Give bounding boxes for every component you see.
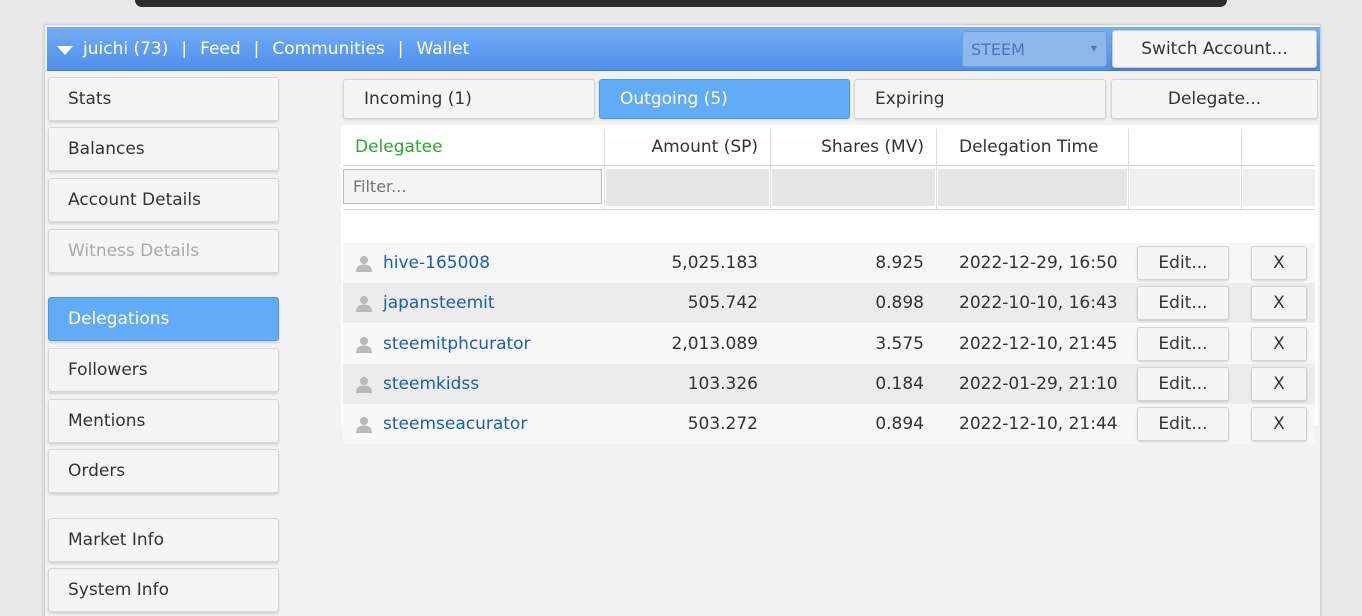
column-divider — [770, 129, 771, 209]
time-value: 2022-12-10, 21:45 — [959, 333, 1118, 354]
remove-delegation-button[interactable]: X — [1251, 407, 1307, 442]
user-icon — [356, 296, 372, 313]
time-value: 2022-12-29, 16:50 — [959, 253, 1118, 273]
sidebar-item-balances[interactable]: Balances — [48, 127, 279, 171]
delegatee-link[interactable]: hive-165008 — [383, 243, 490, 283]
sidebar-item-orders[interactable]: Orders — [48, 449, 279, 493]
delegatee-link[interactable]: steemseacurator — [383, 404, 527, 444]
sidebar-item-account-details[interactable]: Account Details — [48, 178, 279, 222]
table-row: steemitphcurator 2,013.089 3.575 2022-12… — [343, 323, 1315, 364]
shares-value: 0.184 — [875, 373, 924, 394]
nav-communities-link[interactable]: Communities — [272, 39, 384, 59]
amount-value: 103.326 — [687, 373, 758, 394]
column-divider — [1128, 129, 1129, 209]
chain-select-value: STEEM — [971, 40, 1025, 59]
sidebar-item-system-info[interactable]: System Info — [48, 568, 279, 612]
table-row: steemseacurator 503.272 0.894 2022-12-10… — [343, 404, 1315, 445]
tab-incoming[interactable]: Incoming (1) — [343, 79, 595, 119]
column-divider — [604, 129, 605, 209]
nav-separator: | — [397, 38, 404, 59]
user-icon — [356, 256, 372, 272]
column-header-delegatee[interactable]: Delegatee — [355, 129, 443, 165]
filter-cell-remove — [1243, 169, 1315, 206]
edit-delegation-button[interactable]: Edit... — [1137, 407, 1229, 442]
edit-delegation-button[interactable]: Edit... — [1137, 286, 1229, 321]
column-header-time[interactable]: Delegation Time — [959, 129, 1099, 165]
amount-value: 503.272 — [687, 414, 758, 435]
remove-delegation-button[interactable]: X — [1251, 286, 1307, 321]
delegate-button[interactable]: Delegate... — [1111, 79, 1318, 119]
filter-cell-amount — [606, 169, 769, 206]
chain-select[interactable]: STEEM ▼ — [962, 31, 1107, 67]
sidebar-item-witness-details: Witness Details — [48, 229, 279, 273]
nav-separator: | — [253, 38, 260, 59]
sidebar-item-market-info[interactable]: Market Info — [48, 518, 279, 562]
dropdown-caret-icon[interactable] — [57, 45, 73, 55]
filter-cell-time — [938, 169, 1127, 206]
header-divider — [343, 165, 1315, 166]
filter-divider — [343, 209, 1315, 210]
nav-separator: | — [181, 38, 188, 59]
nav-wallet-link[interactable]: Wallet — [417, 39, 470, 59]
time-value: 2022-01-29, 21:10 — [959, 373, 1118, 394]
shares-value: 0.894 — [875, 414, 924, 435]
sidebar-item-stats[interactable]: Stats — [48, 77, 279, 121]
app-window: juichi (73) | Feed | Communities | Walle… — [44, 24, 1321, 616]
user-icon — [356, 376, 372, 393]
delegations-table: Delegatee Amount (SP) Shares (MV) Delega… — [341, 125, 1318, 445]
remove-delegation-button[interactable]: X — [1251, 366, 1307, 401]
time-value: 2022-10-10, 16:43 — [959, 293, 1118, 314]
table-row: japansteemit 505.742 0.898 2022-10-10, 1… — [343, 283, 1315, 324]
delegatee-link[interactable]: steemkidss — [383, 364, 479, 404]
amount-value: 5,025.183 — [671, 253, 758, 273]
top-window-strip — [135, 0, 1227, 7]
filter-input[interactable] — [343, 169, 602, 204]
sidebar-item-delegations[interactable]: Delegations — [48, 297, 279, 341]
top-nav-bar: juichi (73) | Feed | Communities | Walle… — [47, 27, 1320, 71]
sidebar-item-followers[interactable]: Followers — [48, 348, 279, 392]
filter-cell-shares — [772, 169, 935, 206]
sidebar-item-mentions[interactable]: Mentions — [48, 399, 279, 443]
table-row: hive-165008 5,025.183 8.925 2022-12-29, … — [343, 243, 1315, 283]
edit-delegation-button[interactable]: Edit... — [1137, 366, 1229, 401]
delegatee-link[interactable]: japansteemit — [383, 283, 495, 323]
tab-expiring[interactable]: Expiring — [854, 79, 1106, 119]
amount-value: 505.742 — [687, 293, 758, 314]
tab-outgoing[interactable]: Outgoing (5) — [599, 79, 850, 119]
remove-delegation-button[interactable]: X — [1251, 326, 1307, 361]
switch-account-button[interactable]: Switch Account... — [1112, 30, 1317, 68]
user-icon — [356, 336, 372, 353]
edit-delegation-button[interactable]: Edit... — [1137, 326, 1229, 361]
column-divider — [936, 129, 937, 209]
filter-cell-edit — [1130, 169, 1240, 206]
remove-delegation-button[interactable]: X — [1251, 246, 1307, 280]
table-row: steemkidss 103.326 0.184 2022-01-29, 21:… — [343, 363, 1315, 404]
shares-value: 3.575 — [875, 333, 924, 354]
account-menu-link[interactable]: juichi (73) — [83, 39, 168, 59]
amount-value: 2,013.089 — [671, 333, 758, 354]
column-header-shares[interactable]: Shares (MV) — [771, 129, 924, 165]
user-icon — [356, 417, 372, 434]
column-divider — [1241, 129, 1242, 209]
select-arrow-icon: ▼ — [1090, 44, 1097, 53]
nav-feed-link[interactable]: Feed — [200, 39, 241, 59]
column-header-amount[interactable]: Amount (SP) — [605, 129, 758, 165]
edit-delegation-button[interactable]: Edit... — [1137, 246, 1229, 280]
shares-value: 8.925 — [875, 253, 924, 273]
shares-value: 0.898 — [875, 293, 924, 314]
delegatee-link[interactable]: steemitphcurator — [383, 324, 531, 364]
time-value: 2022-12-10, 21:44 — [959, 414, 1118, 435]
